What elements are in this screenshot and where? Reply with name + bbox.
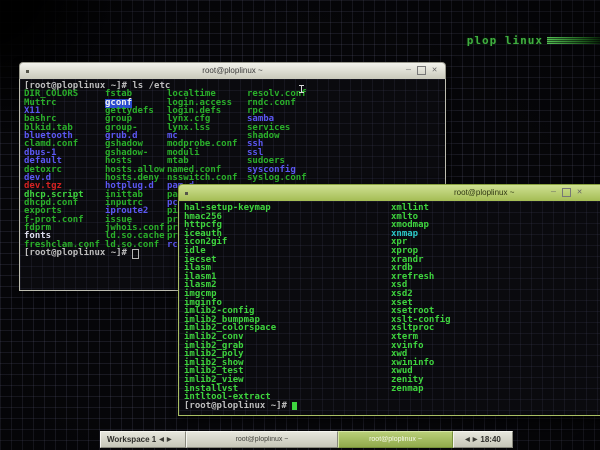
clock: 18:40 [480,435,500,444]
minimize-icon[interactable]: ─ [549,188,558,197]
desktop: { "desktop": { "logo_text": "plop linux"… [0,0,600,450]
workspace-switcher[interactable]: Workspace 1 ◀ ▶ [100,431,186,448]
maximize-icon[interactable] [562,188,571,197]
workspace-prev-icon[interactable]: ◀ [159,436,164,443]
pager-left-icon[interactable]: ◀ [465,436,470,443]
pager-right-icon[interactable]: ▶ [473,436,478,443]
terminal-2-output[interactable]: hal-setup-keymapxmllinthmac256xmltohttpc… [178,201,600,416]
window-title: root@ploplinux ~ [454,188,514,197]
close-icon[interactable]: ✕ [575,188,584,197]
window-menu-icon[interactable] [185,192,188,195]
terminal-cursor [132,249,139,259]
plop-linux-logo-text: plop linux [467,34,543,47]
workspace-next-icon[interactable]: ▶ [167,436,172,443]
workspace-label: Workspace 1 [107,435,156,444]
ls-entry: zenmap [391,385,424,394]
terminal-window-2-titlebar[interactable]: root@ploplinux ~ ─ ✕ [178,184,600,201]
maximize-icon[interactable] [417,66,426,75]
terminal-window-1-titlebar[interactable]: root@ploplinux ~ ─ ✕ [19,62,446,79]
prompt-line: [root@ploplinux ~]# [184,402,292,411]
close-icon[interactable]: ✕ [430,66,439,75]
taskbar-window-button-active[interactable]: root@ploplinux ~ [338,431,453,448]
taskbar-clock-pager: ◀ ▶ 18:40 [453,431,513,448]
plop-linux-logo-bar [547,37,600,44]
window-title: root@ploplinux ~ [20,66,445,75]
ls-entry: syslog.conf [247,174,307,183]
prompt-line: [root@ploplinux ~]# [24,249,132,258]
terminal-cursor [292,402,297,410]
minimize-icon[interactable]: ─ [404,66,413,75]
plop-linux-logo: plop linux [467,34,600,47]
terminal-window-2: root@ploplinux ~ ─ ✕ hal-setup-keymapxml… [178,184,600,416]
taskbar: Workspace 1 ◀ ▶ root@ploplinux ~ root@pl… [100,431,513,448]
taskbar-window-button-inactive[interactable]: root@ploplinux ~ [186,431,338,448]
mouse-cursor-ibeam [301,85,302,93]
